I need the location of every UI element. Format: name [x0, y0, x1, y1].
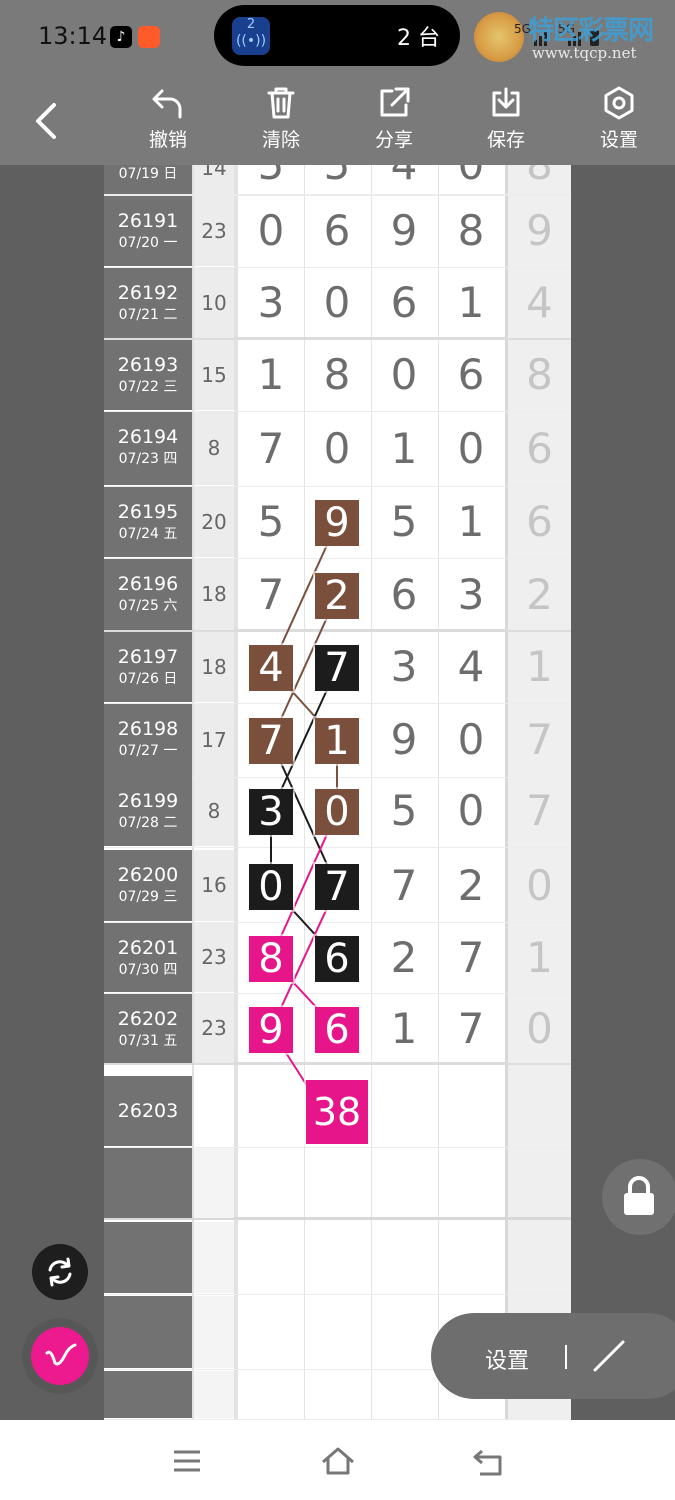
- back-arrow-icon[interactable]: [30, 99, 64, 143]
- highlighted-digit[interactable]: 0: [315, 789, 359, 835]
- settings-button[interactable]: 设置: [584, 85, 654, 152]
- highlighted-digit[interactable]: 1: [315, 718, 359, 764]
- prediction-box[interactable]: 38: [306, 1080, 368, 1144]
- download-icon: [492, 87, 520, 117]
- highlighted-digit[interactable]: 7: [249, 718, 293, 764]
- highlighted-digit[interactable]: 8: [249, 935, 293, 982]
- watermark-logo: [474, 12, 524, 62]
- highlighted-digit[interactable]: 9: [249, 1006, 293, 1053]
- trash-icon: [267, 87, 295, 119]
- refresh-button[interactable]: [32, 1244, 88, 1300]
- back-nav-icon[interactable]: [472, 1448, 504, 1476]
- pill-divider: [565, 1345, 567, 1369]
- pen-mode-button[interactable]: [22, 1318, 98, 1394]
- save-label: 保存: [486, 129, 525, 151]
- watermark-url: www.tqcp.net: [532, 44, 637, 62]
- clear-button[interactable]: 清除: [246, 85, 316, 152]
- tiktok-notification-icon: ♪: [110, 26, 132, 48]
- cast-icon: 2 ((•)): [232, 17, 270, 55]
- cast-wave-icon: ((•)): [235, 33, 267, 49]
- lock-icon: [624, 1176, 654, 1215]
- highlighted-digit[interactable]: 4: [249, 645, 293, 691]
- share-button[interactable]: 分享: [359, 85, 429, 152]
- pen-scribble-icon: [45, 1343, 77, 1366]
- menu-icon[interactable]: [172, 1448, 202, 1474]
- pill-settings-button[interactable]: 设置: [485, 1343, 529, 1375]
- cast-badge: 2: [246, 17, 256, 32]
- home-icon[interactable]: [320, 1446, 356, 1476]
- share-label: 分享: [374, 129, 413, 151]
- highlighted-digit[interactable]: 0: [249, 863, 293, 910]
- clock: 13:14: [38, 22, 108, 50]
- undo-label: 撤销: [148, 129, 187, 151]
- highlighted-digit[interactable]: 6: [315, 935, 359, 982]
- watermark-title: 特区彩票网: [528, 16, 654, 46]
- highlighted-digit[interactable]: 7: [315, 863, 359, 910]
- lock-button[interactable]: [602, 1159, 675, 1235]
- status-bar: 13:14 ♪ 2 ((•)) 2 台 5G 5G 特区彩票网 www.tqcp…: [0, 0, 675, 75]
- system-nav-bar: [0, 1420, 675, 1500]
- settings-label: 设置: [599, 129, 638, 151]
- line-tool-icon[interactable]: [591, 1338, 627, 1374]
- screen-cast-island[interactable]: 2 ((•)) 2 台: [214, 5, 460, 66]
- refresh-icon: [48, 1257, 72, 1287]
- clear-label: 清除: [261, 129, 300, 151]
- undo-button[interactable]: 撤销: [133, 85, 203, 152]
- floating-tool-pill: 设置: [431, 1313, 675, 1399]
- toolbar: 撤销 清除 分享 保存 设置: [0, 75, 675, 165]
- highlighted-digit[interactable]: 7: [315, 645, 359, 691]
- kuaishou-notification-icon: [138, 26, 160, 48]
- highlighted-digit[interactable]: 3: [249, 789, 293, 835]
- highlighted-digit[interactable]: 2: [315, 572, 359, 619]
- save-button[interactable]: 保存: [471, 85, 541, 152]
- highlighted-digit[interactable]: 9: [315, 500, 359, 546]
- cast-device-count: 2 台: [397, 26, 440, 51]
- hexagon-settings-icon: [604, 86, 634, 120]
- share-icon: [380, 87, 410, 117]
- highlighted-digit[interactable]: 6: [315, 1006, 359, 1053]
- lottery-trend-board[interactable]: 07/19 日14554082619107/20 一23069892619207…: [104, 165, 571, 1420]
- undo-icon: [152, 89, 182, 119]
